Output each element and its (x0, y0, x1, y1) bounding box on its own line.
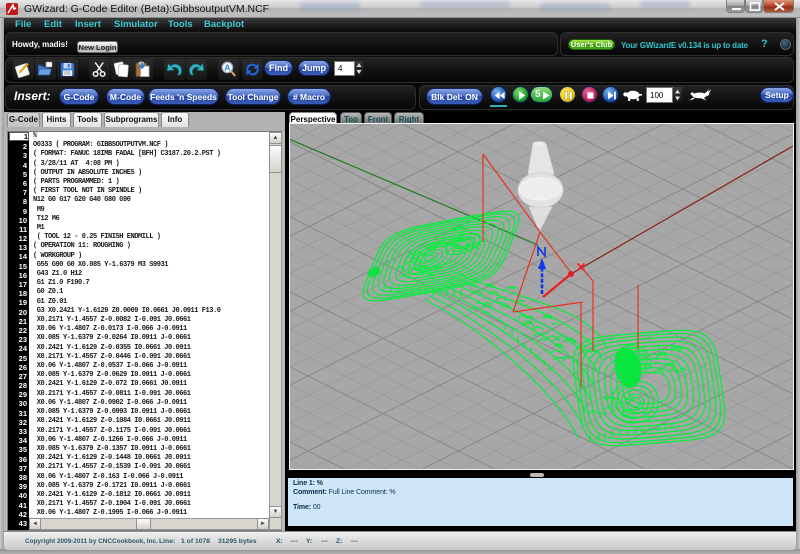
svg-text:A: A (224, 62, 230, 72)
